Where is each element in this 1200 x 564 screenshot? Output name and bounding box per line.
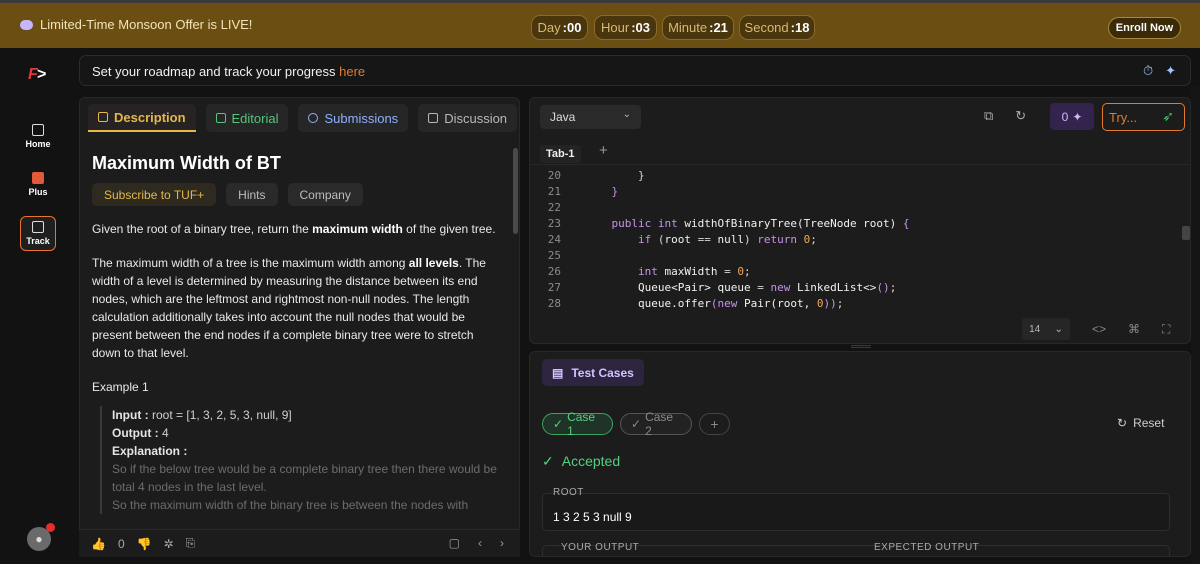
- sidebar-item-label: Home: [25, 139, 51, 149]
- tab-editorial[interactable]: Editorial: [205, 104, 289, 132]
- description-paragraph-1: Given the root of a binary tree, return …: [92, 222, 496, 236]
- timer-second: Second:18: [739, 15, 815, 40]
- editor-tab-1[interactable]: Tab-1: [540, 145, 581, 163]
- your-output-label: YOUR OUTPUT: [561, 542, 640, 553]
- sidebar-item-home[interactable]: Home: [20, 124, 56, 149]
- roadmap-link[interactable]: here: [339, 64, 365, 79]
- add-tab-icon[interactable]: +: [599, 142, 608, 159]
- timer-hour: Hour:03: [594, 15, 657, 40]
- description-panel: Description Editorial Submissions Discus…: [79, 97, 520, 557]
- check-icon: ✓: [542, 453, 554, 469]
- tab-submissions[interactable]: Submissions: [298, 104, 409, 132]
- bug-icon[interactable]: ✲: [164, 537, 174, 551]
- test-cases-tab[interactable]: ▤ Test Cases: [542, 359, 644, 386]
- enroll-now-button[interactable]: Enroll Now: [1108, 17, 1181, 39]
- sidebar-item-track[interactable]: Track: [20, 216, 56, 251]
- share-icon[interactable]: ⎘: [186, 536, 196, 551]
- font-size-select[interactable]: 14 ⌄: [1022, 318, 1070, 340]
- reset-icon: ↻: [1117, 416, 1128, 430]
- expected-output-label: EXPECTED OUTPUT: [874, 542, 980, 553]
- like-icon[interactable]: 👍: [91, 537, 106, 551]
- check-icon: ✓: [553, 417, 564, 431]
- add-case-button[interactable]: +: [699, 413, 730, 435]
- avatar[interactable]: ●: [27, 523, 55, 551]
- description-footer: 👍 0 👎 ✲ ⎘ ▢ ‹ ›: [79, 529, 520, 557]
- problem-description: Given the root of a binary tree, return …: [92, 220, 497, 514]
- document-icon: [32, 221, 44, 233]
- code-area[interactable]: 20 } 21 } 22 23 public int widthOfBinary…: [530, 168, 1170, 312]
- reset-button[interactable]: ↻ Reset: [1117, 416, 1164, 430]
- sparkle-icon[interactable]: ✦: [1165, 63, 1176, 79]
- sidebar-item-label: Track: [26, 236, 50, 246]
- sparkle-icon: [20, 19, 33, 30]
- case-1-tab[interactable]: ✓ Case 1: [542, 410, 613, 438]
- tab-discussion[interactable]: Discussion: [418, 104, 518, 132]
- plus-icon: [32, 172, 44, 184]
- book-icon: [215, 113, 226, 123]
- panel-resize-handle[interactable]: [851, 345, 871, 348]
- square-icon[interactable]: ▢: [449, 536, 460, 550]
- fullscreen-icon[interactable]: ⛶: [1162, 322, 1170, 337]
- hints-chip[interactable]: Hints: [226, 183, 278, 206]
- description-scrollbar[interactable]: [513, 148, 518, 234]
- editor-tabs: Tab-1 +: [530, 141, 1190, 165]
- sidebar-item-plus[interactable]: Plus: [20, 172, 56, 197]
- problem-chips: Subscribe to TUF+ Hints Company: [92, 183, 363, 206]
- sidebar-item-label: Plus: [28, 187, 48, 197]
- problem-title: Maximum Width of BT: [92, 153, 281, 173]
- timer-icon[interactable]: ⏱: [1143, 63, 1153, 79]
- user-icon: ●: [35, 532, 43, 546]
- language-select[interactable]: Java ⌄: [540, 105, 641, 129]
- offer-text: Limited-Time Monsoon Offer is LIVE!: [40, 17, 253, 32]
- list-icon: ▤: [552, 365, 564, 380]
- prev-icon[interactable]: ‹: [478, 536, 482, 550]
- offer-banner: Limited-Time Monsoon Offer is LIVE! Day:…: [0, 0, 1200, 48]
- like-count: 0: [117, 536, 125, 551]
- rocket-icon: ➶: [1162, 108, 1174, 124]
- description-paragraph-2: The maximum width of a tree is the maxim…: [92, 256, 486, 360]
- next-icon[interactable]: ›: [500, 536, 504, 550]
- code-icon[interactable]: <>: [1092, 322, 1106, 336]
- example-block: Input : root = [1, 3, 2, 5, 3, null, 9] …: [100, 406, 497, 514]
- document-icon: [98, 112, 108, 122]
- code-editor-panel: Java ⌄ ⧉ ↻ 0 ✦ Try... ➶ Tab-1 + 20 } 21 } 2…: [529, 97, 1191, 344]
- editor-scrollbar[interactable]: [1182, 226, 1190, 240]
- company-chip[interactable]: Company: [287, 183, 363, 206]
- chat-icon: [428, 113, 439, 123]
- output-compare: YOUR OUTPUT EXPECTED OUTPUT: [542, 542, 1170, 556]
- subscribe-tuf-chip[interactable]: Subscribe to TUF+: [92, 183, 217, 206]
- dislike-icon[interactable]: 👎: [137, 537, 152, 551]
- result-status: ✓ Accepted: [542, 453, 621, 469]
- editor-toolbar: ⧉ ↻: [984, 108, 1026, 124]
- tab-description[interactable]: Description: [88, 104, 196, 132]
- case-2-tab[interactable]: ✓ Case 2: [620, 410, 692, 438]
- format-icon[interactable]: ⌘: [1128, 322, 1140, 336]
- right-scrollbar[interactable]: [1191, 86, 1200, 564]
- editor-bottom-toolbar: 14 ⌄ <> ⌘ ⛶: [1022, 318, 1170, 340]
- chevron-down-icon: ⌄: [622, 109, 631, 120]
- timer-day: Day:00: [531, 15, 588, 40]
- offer-text-wrap: Limited-Time Monsoon Offer is LIVE!: [20, 17, 252, 32]
- roadmap-text: Set your roadmap and track your progress: [92, 64, 336, 79]
- chevron-down-icon: ⌄: [1054, 323, 1063, 335]
- sparkle-icon: ✦: [1072, 109, 1083, 124]
- roadmap-bar: Set your roadmap and track your progress…: [79, 55, 1191, 86]
- home-icon: [32, 124, 44, 136]
- ai-assist-button[interactable]: 0 ✦: [1050, 103, 1094, 130]
- root-label: ROOT: [553, 487, 584, 498]
- root-input[interactable]: 1 3 2 5 3 null 9: [542, 493, 1170, 531]
- test-cases-panel: ▤ Test Cases ✓ Case 1 ✓ Case 2 + ↻ Reset ✓ Ac…: [529, 351, 1191, 557]
- example-title: Example 1: [92, 380, 149, 394]
- problem-tabs: Description Editorial Submissions Discus…: [88, 104, 518, 134]
- roadmap-icons: ⏱ ✦: [1143, 63, 1176, 79]
- check-icon: ✓: [631, 417, 642, 431]
- reset-icon[interactable]: ↻: [1015, 108, 1026, 124]
- timer-minute: Minute:21: [662, 15, 734, 40]
- clock-icon: [308, 113, 319, 123]
- logo[interactable]: F>: [28, 66, 46, 84]
- copy-icon[interactable]: ⧉: [984, 108, 993, 124]
- try-button[interactable]: Try... ➶: [1102, 103, 1185, 131]
